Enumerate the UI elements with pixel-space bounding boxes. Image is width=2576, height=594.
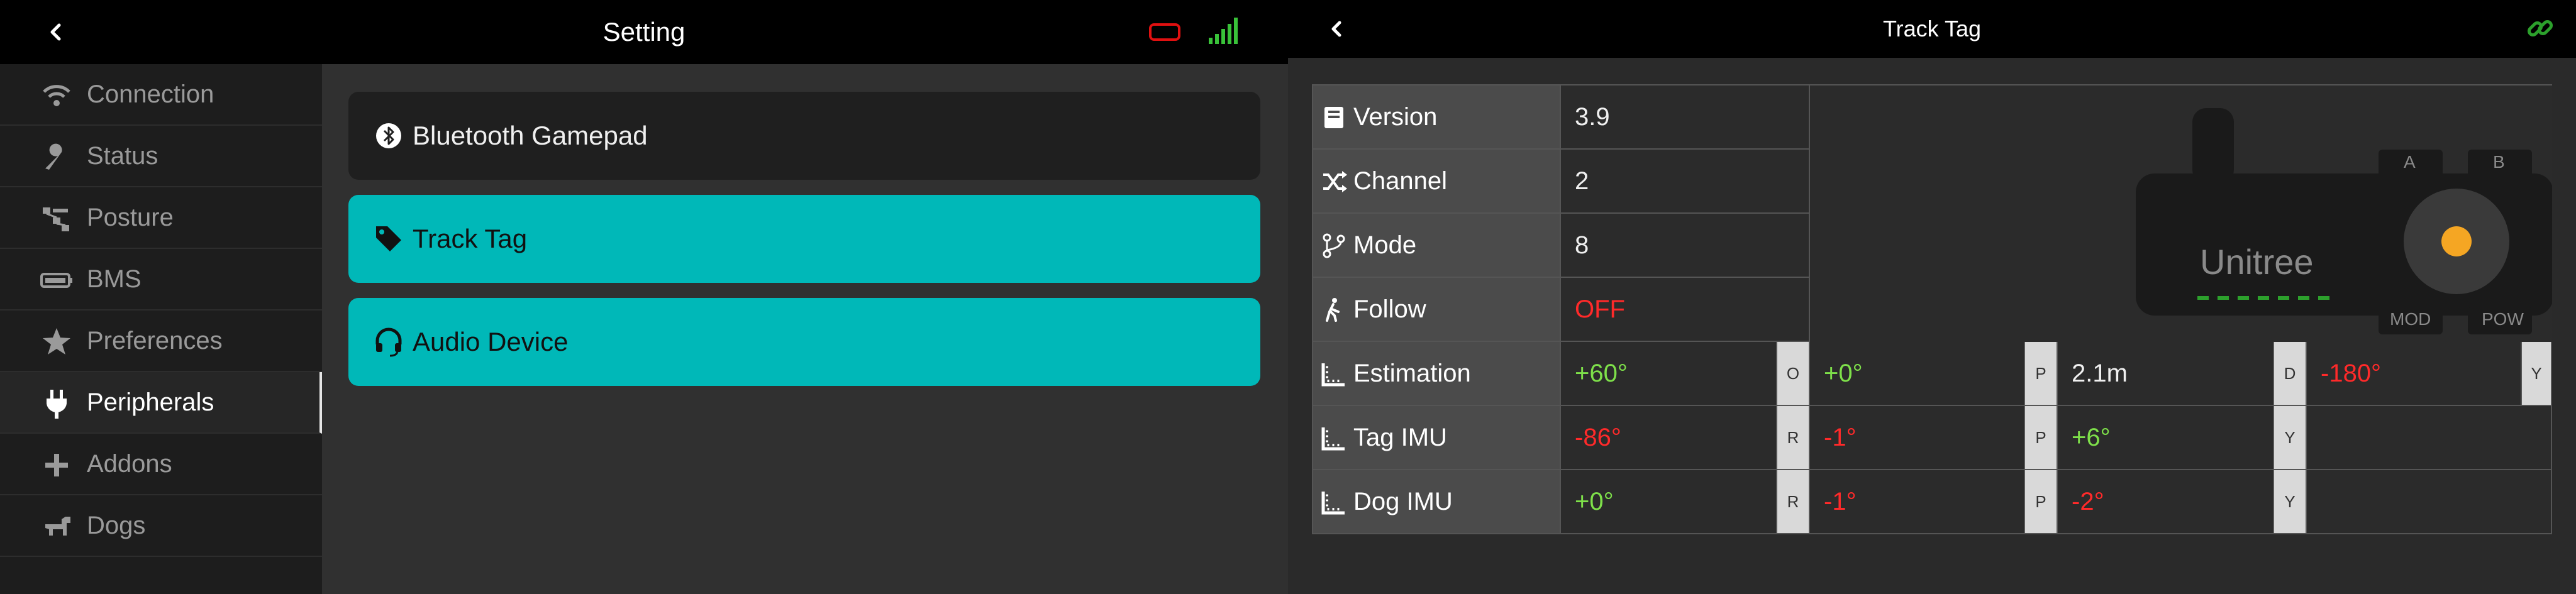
plus-icon xyxy=(40,449,73,481)
fork-icon xyxy=(1321,233,1347,259)
sidebar-item-label: BMS xyxy=(87,265,142,293)
tag-imu-empty xyxy=(2307,406,2552,470)
peripherals-list: Bluetooth Gamepad Track Tag Audio Device xyxy=(322,64,1288,594)
row-tag-imu-label: Tag IMU xyxy=(1313,406,1561,470)
dog-imu-r-value: +0° xyxy=(1561,470,1777,534)
book-icon xyxy=(1321,104,1347,131)
button-a-label: A xyxy=(2404,152,2416,172)
audio-device-card[interactable]: Audio Device xyxy=(348,298,1260,386)
card-label: Audio Device xyxy=(413,327,569,356)
plug-icon xyxy=(40,387,73,420)
ruler-icon xyxy=(1321,489,1347,515)
row-follow-label: Follow xyxy=(1313,278,1561,342)
track-tag-panel: Track Tag Version 3.9 Channel 2 Mode 8 F… xyxy=(1288,0,2576,594)
walk-icon xyxy=(1321,297,1347,323)
track-tag-table: Version 3.9 Channel 2 Mode 8 Follow OFF xyxy=(1312,84,2553,534)
card-label: Track Tag xyxy=(413,224,528,253)
chevron-left-icon xyxy=(50,23,61,41)
follow-value: OFF xyxy=(1561,278,1810,342)
estimation-d-tag: D xyxy=(2274,342,2307,406)
settings-panel: Setting Connection Status Posture BMS Pr… xyxy=(0,0,1288,594)
estimation-o-value: +60° xyxy=(1561,342,1777,406)
ruler-icon xyxy=(1321,425,1347,451)
sidebar-item-preferences[interactable]: Preferences xyxy=(0,311,322,372)
dog-icon xyxy=(40,510,73,543)
mod-label: MOD xyxy=(2390,309,2431,329)
version-value: 3.9 xyxy=(1561,85,1810,150)
row-estimation-label: Estimation xyxy=(1313,342,1561,406)
estimation-o-tag: O xyxy=(1777,342,1810,406)
bluetooth-gamepad-card[interactable]: Bluetooth Gamepad xyxy=(348,92,1260,180)
headset-icon xyxy=(374,327,404,357)
channel-value: 2 xyxy=(1561,150,1810,214)
star-icon xyxy=(40,326,73,358)
back-button[interactable] xyxy=(40,16,72,48)
sidebar-item-label: Peripherals xyxy=(87,388,214,416)
posture-icon xyxy=(40,202,73,235)
dog-imu-y-tag: Y xyxy=(2274,470,2307,534)
dog-imu-y-value: -2° xyxy=(2058,470,2274,534)
sidebar-item-connection[interactable]: Connection xyxy=(0,64,322,126)
card-label: Bluetooth Gamepad xyxy=(413,121,648,150)
page-title: Track Tag xyxy=(1882,16,1982,41)
row-dog-imu-label: Dog IMU xyxy=(1313,470,1561,534)
tag-imu-y-value: +6° xyxy=(2058,406,2274,470)
sidebar-item-label: Preferences xyxy=(87,326,223,355)
button-b-label: B xyxy=(2493,152,2505,172)
dog-imu-empty xyxy=(2307,470,2552,534)
row-mode-label: Mode xyxy=(1313,214,1561,278)
sidebar: Connection Status Posture BMS Preference… xyxy=(0,64,322,594)
tag-imu-r-value: -86° xyxy=(1561,406,1777,470)
page-title: Setting xyxy=(602,17,686,47)
tag-imu-p-tag: P xyxy=(2025,406,2058,470)
track-tag-card[interactable]: Track Tag xyxy=(348,195,1260,283)
row-version-label: Version xyxy=(1313,85,1561,150)
dog-imu-p-value: -1° xyxy=(1810,470,2025,534)
estimation-p-value: +0° xyxy=(1810,342,2025,406)
tag-imu-r-tag: R xyxy=(1777,406,1810,470)
track-tag-header: Track Tag xyxy=(1288,0,2576,58)
estimation-p-tag: P xyxy=(2025,342,2058,406)
battery-icon xyxy=(40,264,73,297)
row-channel-label: Channel xyxy=(1313,150,1561,214)
sidebar-item-dogs[interactable]: Dogs xyxy=(0,495,322,557)
wrench-icon xyxy=(40,141,73,173)
estimation-y-tag: Y xyxy=(2522,342,2552,406)
sidebar-item-label: Dogs xyxy=(87,511,146,539)
sidebar-item-label: Posture xyxy=(87,203,174,231)
wifi-icon xyxy=(40,79,73,112)
device-brand: Unitree xyxy=(2200,242,2314,282)
sidebar-item-bms[interactable]: BMS xyxy=(0,249,322,311)
signal-icon xyxy=(1209,18,1238,44)
sidebar-item-peripherals[interactable]: Peripherals xyxy=(0,372,322,434)
track-tag-illustration: Unitree A B MOD POW xyxy=(1942,85,2553,343)
sidebar-item-status[interactable]: Status xyxy=(0,126,322,187)
dog-imu-r-tag: R xyxy=(1777,470,1810,534)
estimation-d-value: 2.1m xyxy=(2058,342,2274,406)
tag-imu-p-value: -1° xyxy=(1810,406,2025,470)
sidebar-item-label: Addons xyxy=(87,449,172,478)
estimation-y-value: -180° xyxy=(2307,342,2522,406)
battery-icon xyxy=(1149,23,1180,41)
mode-value: 8 xyxy=(1561,214,1810,278)
sidebar-item-addons[interactable]: Addons xyxy=(0,434,322,495)
tag-icon xyxy=(374,224,404,254)
dog-imu-p-tag: P xyxy=(2025,470,2058,534)
back-button[interactable] xyxy=(1322,14,1352,44)
sidebar-item-posture[interactable]: Posture xyxy=(0,187,322,249)
bluetooth-icon xyxy=(374,121,404,151)
sidebar-item-label: Status xyxy=(87,141,158,170)
sidebar-item-label: Connection xyxy=(87,80,214,108)
chevron-left-icon xyxy=(1331,21,1341,37)
ruler-icon xyxy=(1321,361,1347,387)
link-icon[interactable] xyxy=(2526,14,2555,43)
settings-header: Setting xyxy=(0,0,1288,64)
pow-label: POW xyxy=(2482,309,2524,329)
tag-imu-y-tag: Y xyxy=(2274,406,2307,470)
shuffle-icon xyxy=(1321,168,1347,195)
